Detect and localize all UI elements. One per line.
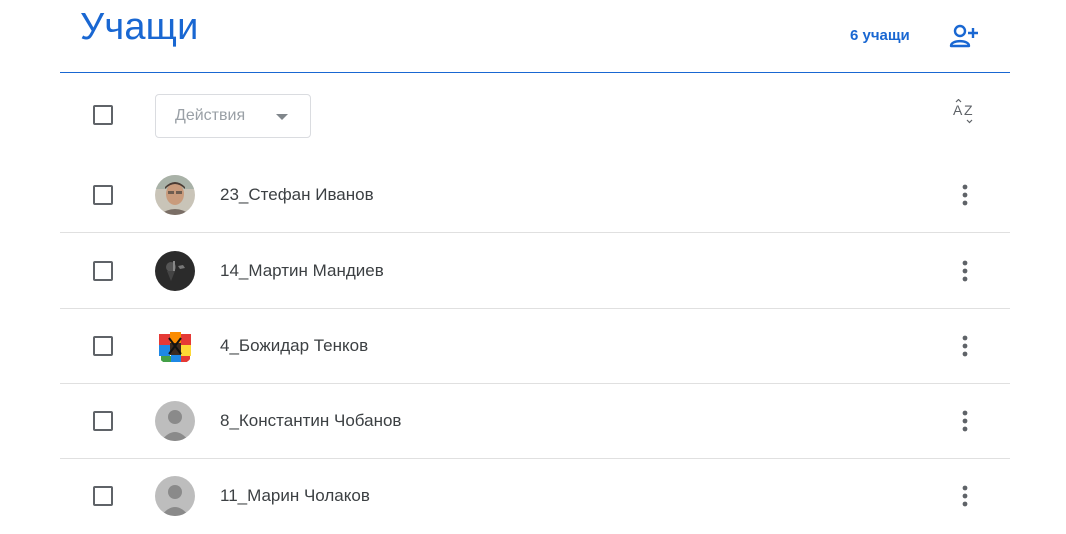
student-count-link[interactable]: 6 учащи (850, 27, 910, 44)
sort-az-icon: A Z (953, 99, 973, 124)
student-name: 23_Стефан Иванов (220, 185, 374, 204)
sort-glyph-top: A (953, 102, 963, 118)
avatar (155, 326, 195, 366)
header-divider (60, 72, 1010, 73)
student-checkbox[interactable] (93, 411, 113, 431)
avatar (155, 175, 195, 215)
actions-dropdown[interactable]: Действия (155, 94, 311, 138)
default-avatar-icon (155, 476, 195, 516)
more-options-button[interactable] (950, 175, 980, 215)
actions-dropdown-label: Действия (175, 107, 246, 124)
more-options-button[interactable] (950, 401, 980, 441)
student-row[interactable]: 23_Стефан Иванов (60, 158, 1010, 233)
more-vert-icon (962, 335, 968, 357)
student-checkbox[interactable] (93, 261, 113, 281)
sort-button[interactable]: A Z (945, 94, 985, 134)
student-checkbox[interactable] (93, 185, 113, 205)
more-vert-icon (962, 485, 968, 507)
invite-students-button[interactable] (946, 18, 982, 54)
student-row[interactable]: 11_Марин Чолаков (60, 459, 1010, 534)
student-checkbox[interactable] (93, 486, 113, 506)
student-name: 4_Божидар Тенков (220, 336, 369, 355)
students-toolbar: Действия A Z (60, 74, 1010, 158)
student-name: 8_Константин Чобанов (220, 411, 402, 430)
more-vert-icon (962, 260, 968, 282)
page-title: Учащи (80, 6, 199, 48)
page-header: Учащи 6 учащи (0, 0, 1066, 74)
student-checkbox[interactable] (93, 336, 113, 356)
student-row[interactable]: 8_Константин Чобанов (60, 384, 1010, 459)
more-options-button[interactable] (950, 476, 980, 516)
more-vert-icon (962, 184, 968, 206)
more-vert-icon (962, 410, 968, 432)
student-name: 14_Мартин Мандиев (220, 261, 384, 280)
person-add-icon (949, 24, 978, 48)
more-options-button[interactable] (950, 326, 980, 366)
sort-glyph-bottom: Z (964, 102, 973, 118)
select-all-checkbox[interactable] (93, 105, 113, 125)
default-avatar-icon (155, 401, 195, 441)
avatar (155, 251, 195, 291)
chevron-down-icon (276, 114, 288, 120)
student-row[interactable]: 14_Мартин Мандиев (60, 234, 1010, 309)
more-options-button[interactable] (950, 251, 980, 291)
row-divider (60, 232, 1010, 233)
student-name: 11_Марин Чолаков (220, 486, 370, 505)
student-row[interactable]: 4_Божидар Тенков (60, 309, 1010, 384)
